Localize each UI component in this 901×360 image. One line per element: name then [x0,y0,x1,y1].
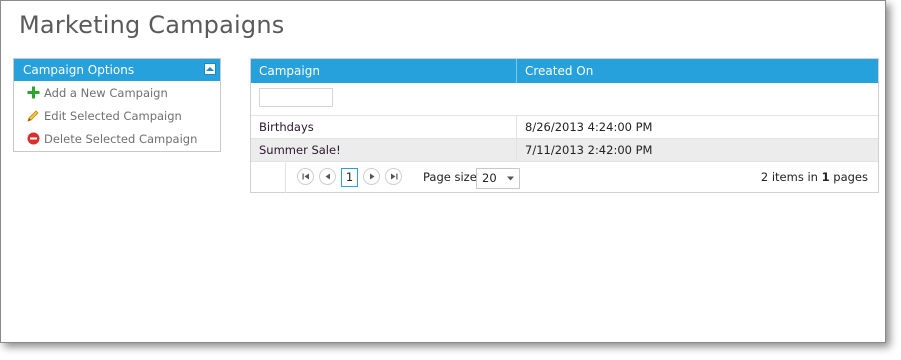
page-size-value: 20 [482,171,497,185]
table-row[interactable]: Summer Sale! 7/11/2013 2:42:00 PM [251,139,878,162]
pager-spacer [251,162,286,193]
previous-page-button[interactable] [319,168,336,185]
column-header-campaign[interactable]: Campaign [251,59,517,83]
pager-info-pages: 1 [821,170,830,184]
collapse-panel-button[interactable] [204,63,216,75]
grid-header: Campaign Created On [251,59,878,83]
campaign-cell: Birthdays [251,116,517,138]
first-page-button[interactable] [297,168,314,185]
campaign-options-title: Campaign Options [23,63,135,77]
campaign-options-panel: Campaign Options Add a New Campaign Edit… [13,58,221,152]
campaign-filter-input[interactable] [259,88,333,107]
page-title: Marketing Campaigns [19,11,285,39]
window-frame: Marketing Campaigns Campaign Options Add… [0,0,886,343]
previous-page-icon [325,173,330,180]
last-page-button[interactable] [385,168,402,185]
last-page-icon [390,173,397,180]
delete-campaign-label: Delete Selected Campaign [44,131,198,146]
current-page-number[interactable]: 1 [341,168,358,187]
created-on-cell: 7/11/2013 2:42:00 PM [525,143,653,157]
grid-pager: 1 Page size: 20 2 items in 1 pages [251,162,878,193]
collapse-up-icon [206,67,214,71]
next-page-icon [369,173,374,180]
add-campaign-button[interactable]: Add a New Campaign [14,81,220,104]
edit-campaign-label: Edit Selected Campaign [44,108,182,123]
table-row[interactable]: Birthdays 8/26/2013 4:24:00 PM [251,116,878,139]
add-campaign-label: Add a New Campaign [44,85,168,100]
pencil-icon [26,109,40,123]
next-page-button[interactable] [363,168,380,185]
pager-info-prefix: 2 items in [760,170,822,184]
first-page-icon [302,173,309,180]
campaign-cell: Summer Sale! [251,139,517,161]
filter-row [251,83,878,116]
pager-info: 2 items in 1 pages [761,162,868,193]
page-size-dropdown[interactable]: 20 [476,168,520,189]
pager-info-suffix: pages [829,170,868,184]
edit-campaign-button[interactable]: Edit Selected Campaign [14,104,220,127]
page-size-label: Page size: [423,170,481,184]
plus-icon [26,86,40,100]
campaigns-grid: Campaign Created On Birthdays 8/26/2013 … [250,58,879,193]
created-on-cell: 8/26/2013 4:24:00 PM [525,120,653,134]
column-header-created-on[interactable]: Created On [517,59,878,83]
campaign-options-header: Campaign Options [14,59,220,81]
delete-campaign-button[interactable]: Delete Selected Campaign [14,127,220,150]
delete-icon [26,132,40,146]
chevron-down-icon [507,176,514,181]
